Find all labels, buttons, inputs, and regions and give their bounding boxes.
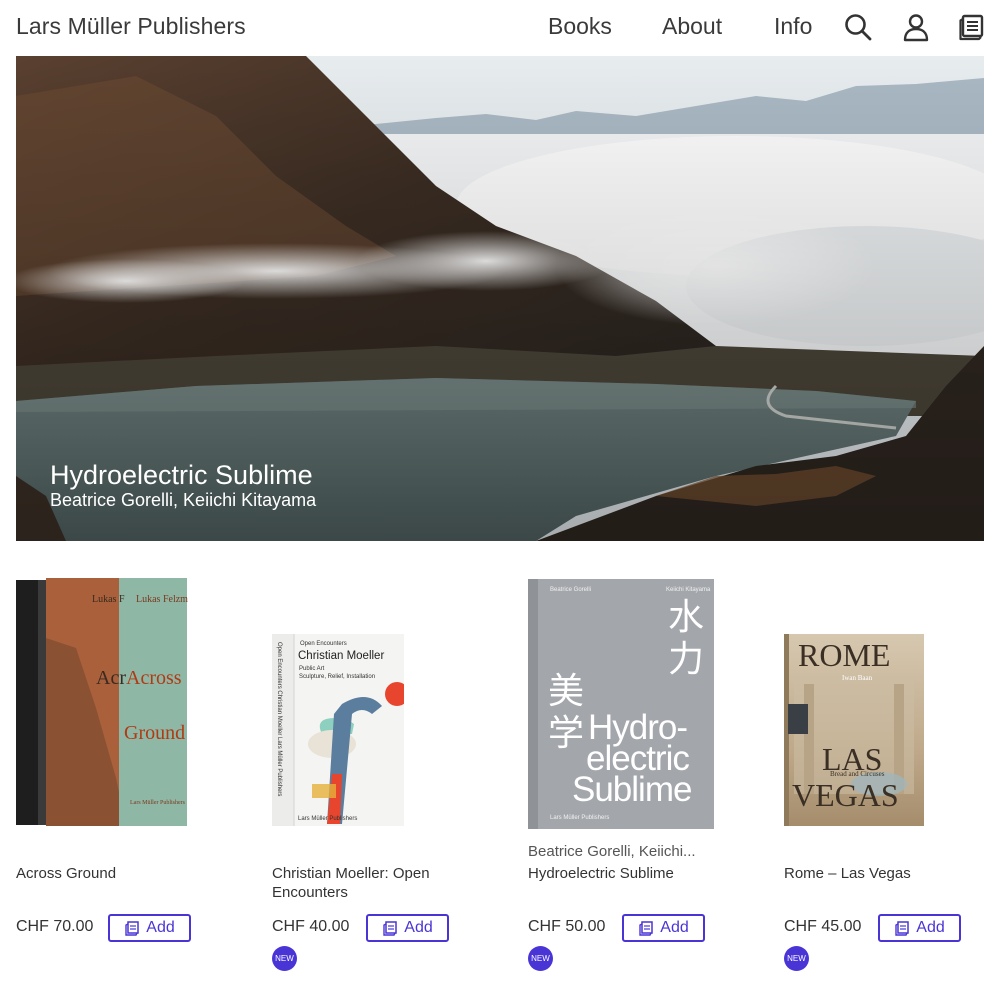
brand-logo[interactable]: Lars Müller Publishers bbox=[16, 13, 246, 40]
new-badge: NEW bbox=[784, 946, 809, 971]
cart-icon bbox=[895, 921, 910, 936]
svg-text:Iwan Baan: Iwan Baan bbox=[842, 674, 873, 682]
new-badge: NEW bbox=[528, 946, 553, 971]
svg-text:Keiichi Kitayama: Keiichi Kitayama bbox=[666, 587, 711, 593]
nav-about[interactable]: About bbox=[662, 13, 722, 40]
svg-text:Sculpture, Relief, Installatio: Sculpture, Relief, Installation bbox=[299, 674, 375, 680]
svg-text:美: 美 bbox=[548, 671, 584, 712]
svg-text:Lars Müller Publishers: Lars Müller Publishers bbox=[298, 816, 357, 822]
add-to-cart-button[interactable]: Add bbox=[878, 914, 961, 942]
cart-icon bbox=[383, 921, 398, 936]
product-price: CHF 40.00 bbox=[272, 918, 350, 935]
nav-info[interactable]: Info bbox=[774, 13, 812, 40]
hero-subtitle: Beatrice Gorelli, Keiichi Kitayama bbox=[50, 490, 317, 510]
product-title[interactable]: Christian Moeller: Open Encounters bbox=[272, 864, 472, 902]
user-icon[interactable] bbox=[901, 12, 931, 42]
svg-text:Lukas Felzmann: Lukas Felzmann bbox=[136, 594, 188, 605]
nav-books[interactable]: Books bbox=[548, 13, 612, 40]
svg-text:Open Encounters: Open Encounters bbox=[300, 641, 347, 647]
product-title[interactable]: Rome – Las Vegas bbox=[784, 864, 984, 883]
add-button-label: Add bbox=[404, 919, 433, 936]
book-cover[interactable]: ROME Iwan Baan LAS Bread and Circuses VE… bbox=[784, 634, 924, 826]
svg-text:Lars Müller Publishers: Lars Müller Publishers bbox=[130, 800, 186, 806]
hero-title[interactable]: Hydroelectric Sublime bbox=[50, 460, 313, 491]
product-price: CHF 45.00 bbox=[784, 918, 862, 935]
svg-text:学: 学 bbox=[548, 713, 584, 754]
cart-icon[interactable] bbox=[957, 12, 987, 42]
add-button-label: Add bbox=[146, 919, 175, 936]
svg-text:Public Art: Public Art bbox=[299, 666, 325, 672]
product-title[interactable]: Hydroelectric Sublime bbox=[528, 864, 728, 883]
svg-text:Across: Across bbox=[126, 667, 182, 689]
svg-text:Lars Müller Publishers: Lars Müller Publishers bbox=[550, 815, 609, 821]
product-price: CHF 70.00 bbox=[16, 918, 94, 935]
svg-text:Beatrice Gorelli: Beatrice Gorelli bbox=[550, 587, 591, 593]
hero-banner[interactable]: Hydroelectric Sublime Beatrice Gorelli, … bbox=[16, 56, 984, 541]
book-cover[interactable]: Beatrice Gorelli Keiichi Kitayama 水 力 美 … bbox=[528, 579, 714, 829]
add-to-cart-button[interactable]: Add bbox=[622, 914, 705, 942]
product-card: ROME Iwan Baan LAS Bread and Circuses VE… bbox=[784, 570, 1000, 990]
product-price: CHF 50.00 bbox=[528, 918, 606, 935]
svg-text:Open Encounters Christian Mo: Open Encounters Christian Moeller Lars M… bbox=[276, 642, 282, 796]
book-cover[interactable]: Lukas Felzmann Across Ground Lars Müller… bbox=[16, 578, 188, 828]
site-header: Lars Müller Publishers Books About Info bbox=[0, 0, 1000, 56]
svg-text:力: 力 bbox=[668, 639, 704, 680]
product-card: Beatrice Gorelli Keiichi Kitayama 水 力 美 … bbox=[528, 570, 768, 990]
svg-text:Christian Moeller: Christian Moeller bbox=[298, 650, 384, 662]
cart-icon bbox=[125, 921, 140, 936]
add-to-cart-button[interactable]: Add bbox=[108, 914, 191, 942]
svg-text:水: 水 bbox=[668, 597, 704, 638]
svg-text:Lukas F: Lukas F bbox=[92, 594, 125, 605]
book-cover[interactable]: Open Encounters Christian Moeller Public… bbox=[272, 634, 404, 826]
add-button-label: Add bbox=[916, 919, 945, 936]
svg-text:Acr: Acr bbox=[96, 667, 126, 689]
svg-text:Ground: Ground bbox=[124, 722, 185, 744]
add-button-label: Add bbox=[660, 919, 689, 936]
svg-text:VEGAS: VEGAS bbox=[792, 777, 899, 813]
product-title[interactable]: Across Ground bbox=[16, 864, 216, 883]
cart-icon bbox=[639, 921, 654, 936]
product-author: Beatrice Gorelli, Keiichi... bbox=[528, 843, 696, 860]
svg-text:Sublime: Sublime bbox=[572, 770, 691, 809]
product-card: Open Encounters Christian Moeller Public… bbox=[272, 570, 512, 990]
svg-text:ROME: ROME bbox=[798, 637, 890, 673]
add-to-cart-button[interactable]: Add bbox=[366, 914, 449, 942]
search-icon[interactable] bbox=[843, 12, 873, 42]
product-card: Lukas Felzmann Across Ground Lars Müller… bbox=[16, 570, 256, 990]
new-badge: NEW bbox=[272, 946, 297, 971]
